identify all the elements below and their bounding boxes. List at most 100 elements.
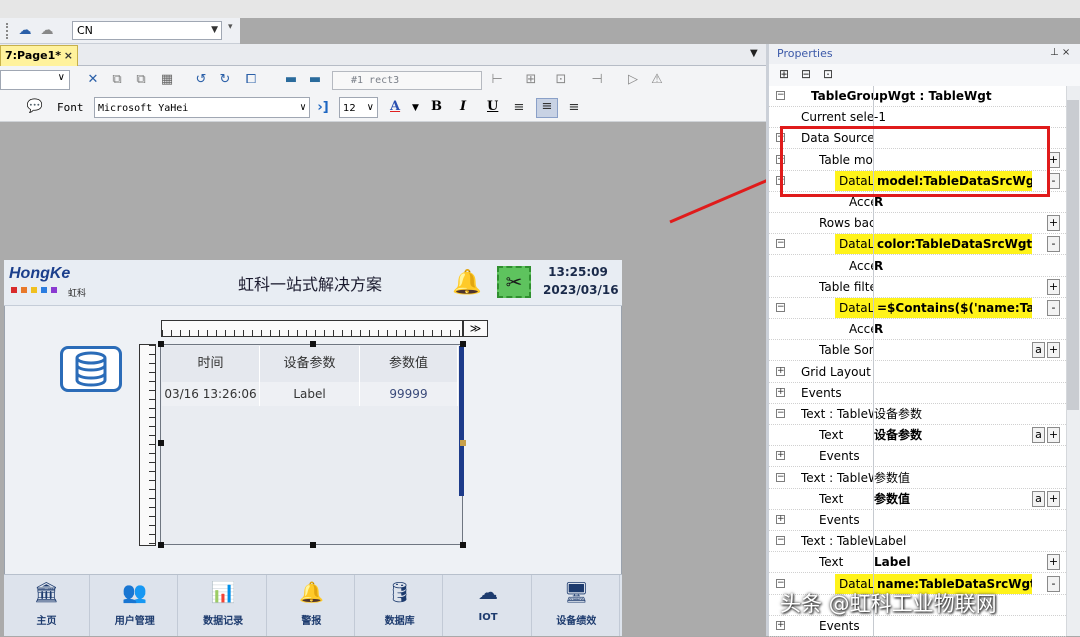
property-row[interactable]: Rows backg + [769, 213, 1066, 235]
italic-button[interactable]: I [460, 99, 466, 114]
chevron-down-icon[interactable]: ▼ [412, 103, 419, 113]
scrollbar-thumb[interactable] [1067, 100, 1079, 410]
nav-button[interactable]: 🏛 主页 [4, 575, 90, 636]
property-row[interactable]: + Events [769, 510, 1066, 531]
table-scrollbar[interactable] [459, 346, 464, 496]
paste-icon[interactable]: ⧉ [132, 72, 150, 88]
play-icon[interactable]: ▷ [624, 72, 642, 88]
property-row[interactable]: Text 参数值 a + [769, 489, 1066, 510]
comment-icon[interactable]: 💬 [26, 99, 44, 115]
property-row[interactable]: − DataLink=$Contains($('name:Tablel- [769, 298, 1066, 319]
property-row[interactable]: Text Label + [769, 552, 1066, 574]
warning-icon[interactable]: ⚠ [648, 72, 666, 88]
bold-button[interactable]: B [431, 99, 442, 114]
resize-handle[interactable] [460, 542, 466, 548]
property-value[interactable]: Label [874, 552, 1032, 572]
property-row[interactable]: − Text : TableW Label [769, 531, 1066, 553]
resize-handle[interactable] [158, 542, 164, 548]
tools-icon[interactable]: ✂ [497, 266, 531, 298]
size-icon[interactable]: ⊣ [588, 72, 606, 88]
resize-handle[interactable] [310, 542, 316, 548]
text-format-button[interactable]: a [1032, 342, 1045, 359]
property-value[interactable]: color:TableDataSrcWgt [874, 234, 1032, 255]
toolbar-grip[interactable] [6, 23, 9, 39]
font-select[interactable]: Microsoft YaHei ∨ [94, 97, 310, 118]
add-button[interactable]: + [1047, 554, 1060, 571]
pin-icon[interactable]: ⊥ × [1050, 47, 1070, 58]
property-row[interactable]: − Text : TableW 设备参数 [769, 404, 1066, 425]
add-button[interactable]: + [1047, 278, 1060, 295]
categorized-icon[interactable]: ⊞ [775, 66, 793, 82]
property-row[interactable]: − DataLinkcolor:TableDataSrcWgt- [769, 234, 1066, 256]
object-select[interactable]: #1 rect3 [332, 71, 482, 90]
expand-icon[interactable]: + [776, 515, 785, 524]
delete-icon[interactable]: ✕ [84, 72, 102, 88]
nav-button[interactable]: 🔔 警报 [269, 575, 355, 636]
resize-handle[interactable] [158, 440, 164, 446]
nav-button[interactable]: 🛢 数据库 [357, 575, 444, 636]
underline-button[interactable]: U [487, 99, 498, 114]
collapse-icon[interactable]: − [776, 239, 785, 249]
rotate-right-icon[interactable]: ↻ [216, 72, 234, 88]
close-icon[interactable]: × [64, 46, 73, 65]
widget-select[interactable]: ∨ [0, 70, 70, 90]
toolbar-overflow-icon[interactable]: ▾ [228, 22, 236, 40]
group-icon[interactable]: ⧠ [242, 72, 260, 88]
expand-icon[interactable]: + [776, 451, 785, 461]
property-row[interactable]: Table Sortir a+ [769, 340, 1066, 362]
expand-icon[interactable]: + [776, 366, 785, 376]
tab-page1[interactable]: 7:Page1* × [0, 45, 78, 66]
property-value[interactable]: 参数值 [874, 468, 1032, 488]
remove-button[interactable]: - [1047, 236, 1060, 253]
cloud-download-icon[interactable]: ☁ [38, 23, 56, 39]
font-size-select[interactable]: 12 ∨ [339, 97, 378, 118]
property-value[interactable]: 参数值 [874, 489, 1032, 509]
resize-handle[interactable] [158, 341, 164, 347]
collapse-icon[interactable]: − [776, 536, 785, 546]
copy-icon[interactable]: ⧉ [108, 72, 126, 88]
property-value[interactable]: -1 [874, 107, 1032, 127]
property-value[interactable]: R [874, 256, 1032, 276]
remove-button[interactable]: - [1047, 575, 1060, 592]
text-format-button[interactable]: a [1032, 490, 1045, 507]
nav-button[interactable]: 👥 用户管理 [92, 575, 179, 636]
ruler-scroll-button[interactable]: ≫ [463, 320, 488, 337]
property-row[interactable]: AccesR [769, 319, 1066, 341]
add-button[interactable]: + [1047, 427, 1060, 444]
language-select[interactable]: CN ▼ [72, 21, 222, 40]
property-row[interactable]: − TableGroupWgt : TableWgt [769, 86, 1066, 107]
collapse-icon[interactable]: − [776, 409, 785, 418]
property-value[interactable]: R [874, 319, 1032, 339]
nav-button[interactable]: 🖥 设备绩效 [534, 575, 620, 636]
align-left-text-icon[interactable]: ≡ [510, 100, 528, 116]
add-button[interactable]: + [1047, 342, 1060, 359]
align-center-icon[interactable]: ⊞ [522, 72, 540, 88]
property-row[interactable]: + Events [769, 616, 1066, 637]
align-right-text-icon[interactable]: ≡ [565, 100, 583, 116]
align-left-icon[interactable]: ⊢ [488, 72, 506, 88]
property-row[interactable]: Table filter + [769, 277, 1066, 298]
property-row[interactable]: + Grid Layout Gr [769, 362, 1066, 383]
remove-button[interactable]: - [1047, 300, 1060, 316]
bell-icon[interactable]: 🔔 [452, 268, 482, 296]
alphabetical-icon[interactable]: ⊟ [797, 66, 815, 82]
cloud-upload-icon[interactable]: ☁ [16, 23, 34, 39]
property-pages-icon[interactable]: ⊡ [819, 66, 837, 82]
align-center-text-icon[interactable]: ≡ [536, 98, 558, 118]
property-value[interactable]: =$Contains($('name:Tablel [874, 298, 1032, 318]
resize-handle[interactable] [460, 341, 466, 347]
property-value[interactable]: 设备参数 [874, 425, 1032, 445]
property-value[interactable]: Label [874, 531, 1032, 551]
expand-icon[interactable]: + [776, 387, 785, 397]
resize-handle[interactable] [460, 440, 466, 446]
property-row[interactable]: + Events [769, 383, 1066, 404]
property-row[interactable]: AccesR [769, 256, 1066, 277]
send-back-icon[interactable]: ▬ [306, 72, 324, 88]
tab-menu-icon[interactable]: ▼ [750, 48, 758, 59]
add-button[interactable]: + [1047, 490, 1060, 507]
collapse-icon[interactable]: − [776, 472, 785, 482]
add-button[interactable]: + [1047, 215, 1060, 232]
nav-button[interactable]: ☁ IOT [446, 575, 532, 636]
database-icon[interactable] [60, 346, 122, 392]
resize-handle[interactable] [310, 341, 316, 347]
